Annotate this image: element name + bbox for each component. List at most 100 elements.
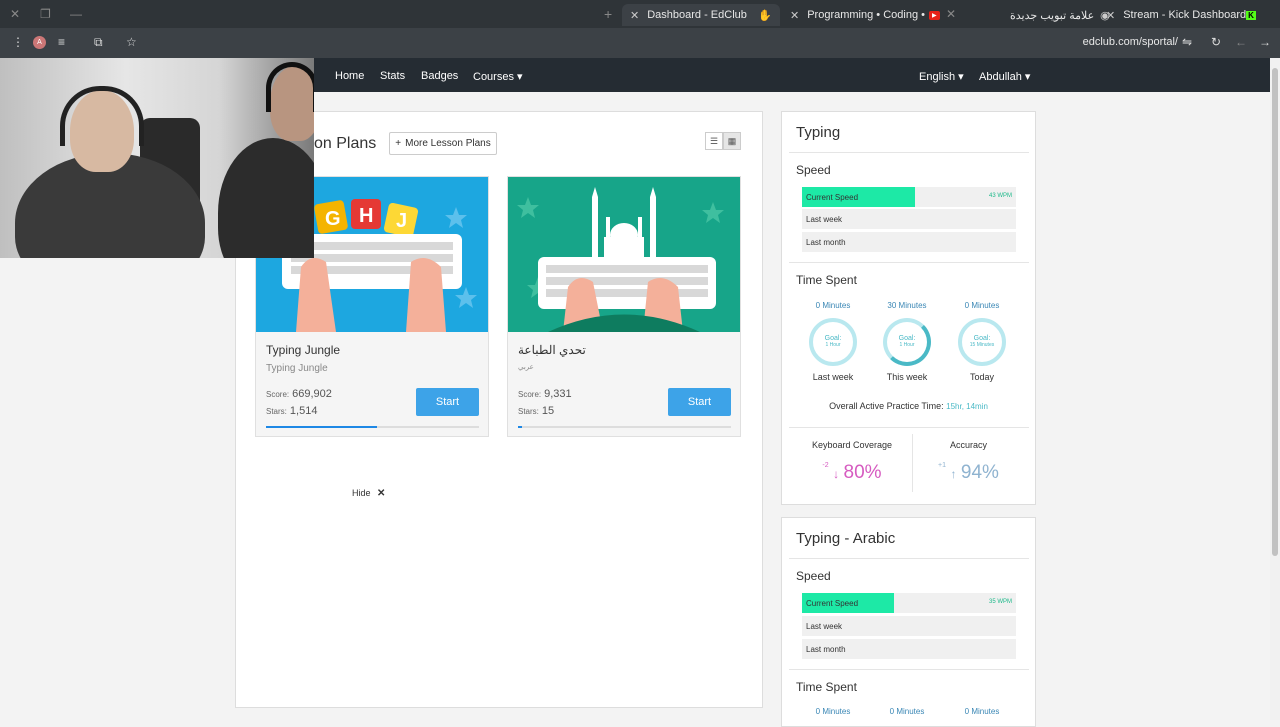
arabic-panel-title: Typing - Arabic [796,530,896,547]
back-icon[interactable]: → [1259,35,1271,49]
speed-row-current: Current Speed 35 WPM [802,593,1016,613]
time-col-this-week: 30 Minutes Goal: 1 Hour This week [872,301,942,382]
practice-value: 15hr, 14min [946,402,988,411]
bookmark-star-icon[interactable]: ☆ [126,35,137,49]
list-view-button[interactable]: ☰ [705,132,723,150]
stars-label: Stars: [266,407,287,416]
time-col-label: Last week [812,372,854,382]
restore-window-icon[interactable]: ❐ [40,7,51,21]
goal-ring: Goal: 1 Hour [809,318,857,366]
speed-row-label: Current Speed [806,599,859,608]
speed-row-label: Last month [806,238,846,247]
start-button[interactable]: Start [416,388,479,416]
practice-time: Overall Active Practice Time: 15hr, 14mi… [782,401,1035,411]
card-progress-bar [518,426,731,428]
minimize-window-icon[interactable]: — [70,7,82,21]
close-tab-icon[interactable]: ✕ [1106,9,1115,22]
speed-row-last-month: Last month [802,639,1016,659]
close-tab-icon[interactable]: ✕ [946,7,956,21]
typing-panel-title: Typing [796,124,841,141]
address-bar[interactable]: edclub.com/sportal/ [1083,36,1178,48]
start-button[interactable]: Start [668,388,731,416]
tab-dashboard[interactable]: ✕ Dashboard - EdClub ✋ [622,4,780,26]
tab-new-arabic[interactable]: علامة تبويب جديدة ◉ [1002,4,1110,26]
nav-user[interactable]: Abdullah ▾ [979,70,1030,83]
tab-label: Stream - Kick Dashboard [1123,9,1247,21]
card-title[interactable]: Typing Jungle [266,343,340,357]
score-value: 669,902 [292,388,332,400]
nav-stats[interactable]: Stats [380,70,405,82]
divider [789,669,1029,670]
nav-language[interactable]: English ▾ [919,70,964,83]
svg-text:G: G [325,208,341,230]
close-tab-icon[interactable]: ✕ [790,9,799,22]
card-title[interactable]: تحدي الطباعة [518,343,586,357]
webcam-overlay [0,58,314,258]
new-tab-icon[interactable]: + [604,6,612,22]
close-window-icon[interactable]: ✕ [10,7,20,21]
divider [789,427,1029,428]
time-col-label: This week [886,372,928,382]
close-tab-icon[interactable]: ✕ [630,9,639,22]
scrollbar-thumb[interactable] [1272,68,1278,556]
speed-row-last-month: Last month [802,232,1016,252]
up-arrow-icon: ↑ [950,467,957,481]
card-progress-fill [266,426,377,428]
goal-ring: Goal: 1 Hour [883,318,931,366]
typing-stats-panel: Typing Speed Current Speed 43 WPM Last we… [781,111,1036,505]
time-col-today: 0 Minutes [947,707,1017,716]
list-icon: ☰ [709,135,719,146]
more-lesson-plans-button[interactable]: + More Lesson Plans [389,132,497,155]
hide-link[interactable]: Hide ✕ [352,488,385,499]
headset-left [60,86,144,146]
time-spent-title: Time Spent [796,680,857,694]
headset-right [266,62,314,112]
svg-text:H: H [359,205,373,227]
goal-value: 15 Minutes [969,342,995,349]
tab-kick[interactable]: ✕ Stream - Kick Dashboard K [1098,4,1256,26]
time-col-today: 0 Minutes Goal: 15 Minutes Today [947,301,1017,382]
tab-programming[interactable]: ✕ Programming • Coding • ▶ [782,4,942,26]
browser-tab-bar: ✕ ❐ — + ✕ Dashboard - EdClub ✋ ✕ Program… [0,0,1280,28]
nav-courses[interactable]: Courses ▾ [473,70,523,83]
time-col-label: Today [969,372,995,382]
time-col-last-week: 0 Minutes [798,707,868,716]
card-score: Score: 9,331 [518,388,572,400]
time-col-last-week: 0 Minutes Goal: 1 Hour Last week [798,301,868,382]
speed-row-current: Current Speed 43 WPM [802,187,1016,207]
profile-avatar[interactable]: A [33,36,46,49]
divider [789,558,1029,559]
extensions-icon[interactable]: ⧉ [94,35,103,50]
goal-value: 1 Hour [825,342,841,349]
practice-label: Overall Active Practice Time: [829,401,944,411]
grid-view-button[interactable]: ▦ [723,132,741,150]
accuracy-value: 94% [960,462,999,483]
page-scrollbar[interactable] [1270,58,1280,720]
speed-row-label: Current Speed [806,193,859,202]
card-subtitle: Typing Jungle [266,363,328,374]
forward-icon[interactable]: ← [1235,35,1247,49]
grid-icon: ▦ [727,135,737,146]
coverage-value: 80% [843,462,882,483]
kick-icon: K [1246,10,1256,20]
down-arrow-icon: ↓ [833,467,840,481]
goal-value: 1 Hour [899,342,915,349]
speed-wpm: 35 WPM [988,599,1012,605]
menu-dots-icon[interactable]: ⋮ [12,35,24,49]
tab-search-icon[interactable]: ≡ [58,35,65,49]
time-minutes: 30 Minutes [887,301,927,310]
nav-badges[interactable]: Badges [421,70,458,82]
time-col-this-week: 0 Minutes [872,707,942,716]
speed-title: Speed [796,569,831,583]
score-label: Score: [518,390,542,399]
stars-label: Stars: [518,407,539,416]
lesson-card-arabic[interactable]: تحدي الطباعة عربي Score: 9,331 Stars: 15 S… [507,176,741,437]
site-settings-icon[interactable]: ⇋ [1182,35,1192,49]
time-minutes: 0 Minutes [815,301,851,310]
time-spent-title: Time Spent [796,273,857,287]
browser-toolbar: ⋮ A ≡ ⧉ ☆ edclub.com/sportal/ ⇋ ↻ ← → [0,28,1280,58]
tab-label: Programming • Coding • [807,9,925,21]
speed-wpm: 43 WPM [988,193,1012,199]
nav-home[interactable]: Home [335,70,364,82]
reload-icon[interactable]: ↻ [1211,35,1221,49]
